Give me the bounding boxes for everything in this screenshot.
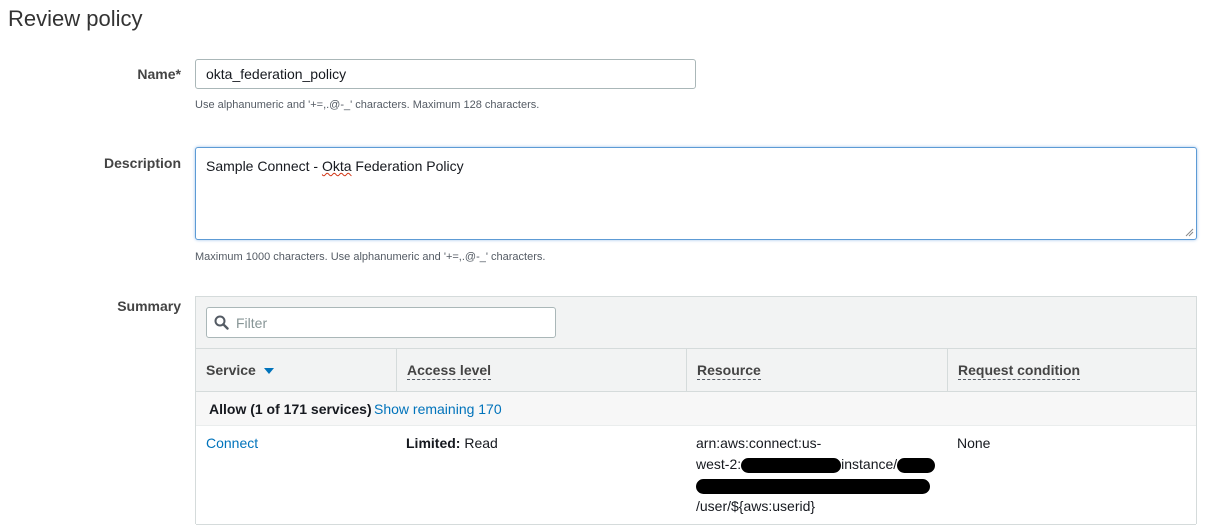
search-icon	[214, 315, 229, 330]
name-hint: Use alphanumeric and '+=,.@-_' character…	[195, 99, 540, 111]
column-header-service[interactable]: Service	[196, 349, 396, 391]
description-hint: Maximum 1000 characters. Use alphanumeri…	[195, 251, 546, 263]
column-header-access-level[interactable]: Access level	[396, 349, 686, 391]
filter-box[interactable]	[206, 307, 556, 338]
sort-desc-icon	[263, 368, 274, 375]
column-header-resource[interactable]: Resource	[686, 349, 947, 391]
table-row: Connect Limited: Read arn:aws:connect:us…	[196, 426, 1196, 525]
access-level-cell: Limited: Read	[406, 435, 498, 451]
redacted-block	[741, 457, 842, 473]
description-textarea[interactable]: Sample Connect - Okta Federation Policy	[195, 147, 1197, 240]
allow-group-row: Allow (1 of 171 services) Show remaining…	[196, 392, 1196, 426]
filter-input[interactable]	[234, 311, 548, 335]
summary-toolbar	[196, 297, 1196, 349]
service-link-connect[interactable]: Connect	[206, 435, 258, 451]
redacted-block	[897, 457, 936, 473]
misspelled-word: Okta	[321, 158, 352, 174]
resource-cell: arn:aws:connect:us- west-2: instance/ /us…	[696, 433, 936, 517]
summary-label: Summary	[117, 298, 181, 314]
column-header-request-condition[interactable]: Request condition	[947, 349, 1196, 391]
description-label: Description	[103, 155, 181, 171]
request-condition-cell: None	[957, 435, 991, 451]
name-label: Name*	[137, 66, 181, 82]
redacted-block	[696, 478, 930, 494]
resize-handle-icon[interactable]	[1185, 228, 1194, 237]
page-title: Review policy	[8, 6, 143, 31]
show-remaining-link[interactable]: Show remaining 170	[374, 401, 502, 417]
name-input[interactable]	[195, 59, 696, 89]
allow-group-title: Allow (1 of 171 services)	[209, 401, 372, 417]
summary-table: Service Access level Resource Request co…	[195, 296, 1197, 525]
table-header: Service Access level Resource Request co…	[196, 349, 1196, 392]
